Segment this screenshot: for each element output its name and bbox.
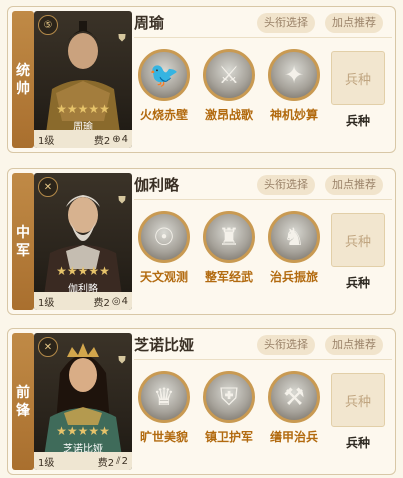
- star-rating: ★★★★★: [56, 264, 110, 278]
- title-select-button[interactable]: 头衔选择: [257, 335, 315, 355]
- skill-name: 神机妙算: [269, 108, 318, 122]
- divider: [134, 359, 392, 360]
- level-text: 1级: [38, 135, 55, 147]
- star-rating: ★★★★★: [56, 424, 110, 438]
- general-card: 统 帅 ⑤ ⛊ ★★★★★ 周瑜 1级 费2 ⊕ 4 周瑜 头衔选择 加点推荐 …: [7, 6, 396, 153]
- troop-label: 兵种: [345, 114, 370, 128]
- general-name: 芝诺比娅: [134, 336, 195, 354]
- skill-slot[interactable]: ♛ 旷世美貌: [132, 371, 196, 445]
- points-recommend-button[interactable]: 加点推荐: [325, 335, 383, 355]
- skill-slot[interactable]: ⛨ 镇卫护军: [197, 371, 261, 445]
- skill-name: 镇卫护军: [204, 430, 253, 444]
- points-recommend-button[interactable]: 加点推荐: [325, 13, 383, 33]
- skill-slot[interactable]: ✦ 神机妙算: [262, 49, 326, 123]
- range-icon: ⊕: [112, 133, 121, 145]
- position-char: 帅: [16, 80, 30, 97]
- troop-slot[interactable]: 兵种 兵种: [331, 51, 385, 129]
- shield-icon: ⛊: [118, 195, 126, 206]
- position-char: 军: [16, 242, 30, 259]
- divider: [134, 37, 392, 38]
- skill-slot[interactable]: 🐦 火烧赤壁: [132, 49, 196, 123]
- level-text: 1级: [38, 457, 55, 469]
- troop-box[interactable]: 兵种: [331, 373, 385, 427]
- troop-label: 兵种: [345, 276, 370, 290]
- skill-slot[interactable]: ♜ 整军经武: [197, 211, 261, 285]
- troop-label: 兵种: [345, 436, 370, 450]
- skill-slot[interactable]: ☉ 天文观测: [132, 211, 196, 285]
- general-card: 前 锋 ✕ ⛊ ★★★★★ 芝诺比娅 1级 费2 ⫽ 2 芝诺比娅 头衔选择 加…: [7, 328, 396, 475]
- position-label: 中 军: [12, 173, 34, 310]
- position-label: 统 帅: [12, 11, 34, 148]
- position-char: 中: [16, 224, 30, 241]
- troop-box[interactable]: 兵种: [331, 213, 385, 267]
- skill-name: 旷世美貌: [139, 430, 188, 444]
- shield-icon: ⛊: [118, 33, 126, 44]
- skill-name: 激昂战歌: [204, 108, 253, 122]
- skill-name: 整军经武: [204, 270, 253, 284]
- divider: [134, 199, 392, 200]
- position-char: 锋: [16, 402, 30, 419]
- phoenix-icon: 🐦: [138, 49, 190, 101]
- class-badge: ✕: [38, 337, 58, 357]
- star-rating: ★★★★★: [56, 102, 110, 116]
- skill-name: 天文观测: [139, 270, 188, 284]
- portrait-info-bar: 1级 费2 ⊕ 4: [34, 130, 132, 148]
- queen-icon: ♛: [138, 371, 190, 423]
- portrait-info-bar: 1级 费2 ⫽ 2: [34, 452, 132, 470]
- range-value: 2: [121, 455, 128, 467]
- guard-icon: ⛨: [203, 371, 255, 423]
- season-badge: ⑤: [38, 15, 58, 35]
- shield-icon: ⛊: [118, 355, 126, 366]
- cost-text: 费2: [97, 457, 115, 469]
- warrior-icon: ⚔: [203, 49, 255, 101]
- skill-slot[interactable]: ⚔ 激昂战歌: [197, 49, 261, 123]
- skill-name: 火烧赤壁: [139, 108, 188, 122]
- cost-text: 费2: [93, 135, 111, 147]
- range-value: 4: [121, 133, 128, 145]
- scholar-icon: ☉: [138, 211, 190, 263]
- general-card: 中 军 ✕ ⛊ ★★★★★ 伽利略 1级 费2 ◎ 4 伽利略 头衔选择 加点推…: [7, 168, 396, 315]
- portrait-info-bar: 1级 费2 ◎ 4: [34, 292, 132, 310]
- troop-box[interactable]: 兵种: [331, 51, 385, 105]
- target-icon: ◎: [111, 295, 121, 307]
- general-portrait[interactable]: ✕ ⛊ ★★★★★ 伽利略 1级 费2 ◎ 4: [34, 173, 132, 310]
- range-value: 4: [121, 295, 128, 307]
- skill-name: 缮甲治兵: [269, 430, 318, 444]
- skill-name: 治兵振旅: [269, 270, 318, 284]
- general-portrait[interactable]: ✕ ⛊ ★★★★★ 芝诺比娅 1级 费2 ⫽ 2: [34, 333, 132, 470]
- cost-text: 费2: [93, 297, 110, 309]
- knights-icon: ♞: [268, 211, 320, 263]
- burst-icon: ✦: [268, 49, 320, 101]
- arrows-icon: ⫽: [116, 455, 121, 467]
- hammer-icon: ⚒: [268, 371, 320, 423]
- skill-slot[interactable]: ⚒ 缮甲治兵: [262, 371, 326, 445]
- general-name: 伽利略: [134, 176, 180, 194]
- position-label: 前 锋: [12, 333, 34, 470]
- troop-slot[interactable]: 兵种 兵种: [331, 213, 385, 291]
- title-select-button[interactable]: 头衔选择: [257, 13, 315, 33]
- position-char: 前: [16, 384, 30, 401]
- title-select-button[interactable]: 头衔选择: [257, 175, 315, 195]
- general-name: 周瑜: [134, 14, 165, 32]
- level-text: 1级: [38, 297, 55, 309]
- skill-slot[interactable]: ♞ 治兵振旅: [262, 211, 326, 285]
- soldiers-icon: ♜: [203, 211, 255, 263]
- position-char: 统: [16, 62, 30, 79]
- points-recommend-button[interactable]: 加点推荐: [325, 175, 383, 195]
- troop-slot[interactable]: 兵种 兵种: [331, 373, 385, 451]
- class-badge: ✕: [38, 177, 58, 197]
- general-portrait[interactable]: ⑤ ⛊ ★★★★★ 周瑜 1级 费2 ⊕ 4: [34, 11, 132, 148]
